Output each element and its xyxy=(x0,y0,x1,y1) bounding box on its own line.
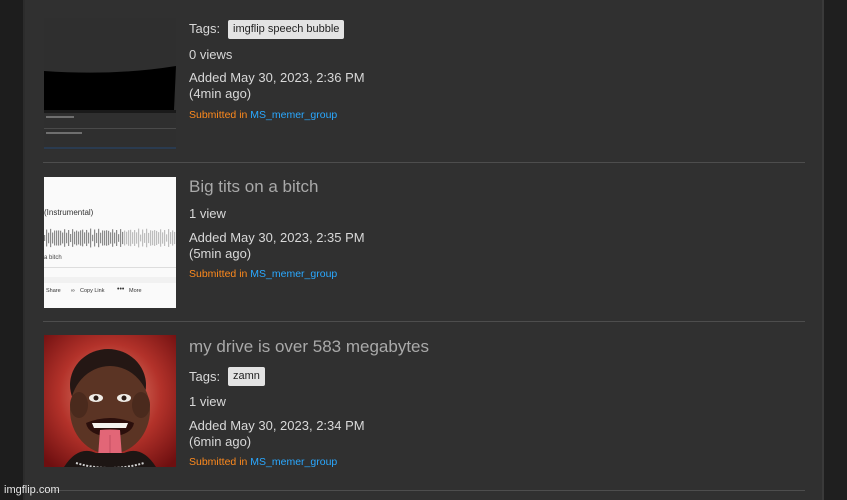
meme-thumbnail-1-image xyxy=(44,66,176,149)
item-2-submitted-prefix: Submitted in xyxy=(189,268,248,280)
meme-thumbnail-1[interactable] xyxy=(44,18,176,150)
item-1-tags-label: Tags: xyxy=(189,21,221,36)
item-1-added-date: Added May 30, 2023, 2:36 PM xyxy=(189,70,365,85)
thumb-2-copy-link-text: Copy Link xyxy=(80,288,105,294)
link-icon: ∞ xyxy=(71,288,75,294)
item-3-submitted-prefix: Submitted in xyxy=(189,456,248,468)
item-1-submitted: Submitted in MS_memer_group xyxy=(189,109,337,121)
meme-thumbnail-3[interactable] xyxy=(44,335,176,467)
item-2-added-date: Added May 30, 2023, 2:35 PM xyxy=(189,230,365,245)
thumb-2-separator xyxy=(44,267,176,268)
meme-thumbnail-2[interactable]: (Instrumental) a bitch Share ∞ Copy Link… xyxy=(44,177,176,308)
item-3-views: 1 view xyxy=(189,394,226,409)
item-3-tag[interactable]: zamn xyxy=(228,367,265,386)
item-2-group-link[interactable]: MS_memer_group xyxy=(250,268,337,280)
item-2-views: 1 view xyxy=(189,206,226,221)
item-1-submitted-prefix: Submitted in xyxy=(189,109,248,121)
item-3-added-date: Added May 30, 2023, 2:34 PM xyxy=(189,418,365,433)
waveform-icon xyxy=(44,228,176,248)
imgflip-watermark: imgflip.com xyxy=(4,484,60,496)
right-margin xyxy=(824,0,847,500)
more-dots-icon: ••• xyxy=(117,286,125,293)
divider xyxy=(43,162,805,163)
item-2-title[interactable]: Big tits on a bitch xyxy=(189,177,318,197)
thumb-2-instrumental-text: (Instrumental) xyxy=(44,208,94,217)
left-margin xyxy=(0,0,23,500)
item-3-time-ago: (6min ago) xyxy=(189,434,252,449)
item-1-views: 0 views xyxy=(189,47,233,62)
meme-thumbnail-3-image xyxy=(44,335,176,467)
item-3-tags-label: Tags: xyxy=(189,369,221,384)
thumb-2-bar xyxy=(44,277,176,283)
thumb-2-share-text: Share xyxy=(46,288,61,294)
item-1-time-ago: (4min ago) xyxy=(189,86,252,101)
item-2-time-ago: (5min ago) xyxy=(189,246,252,261)
item-3-submitted: Submitted in MS_memer_group xyxy=(189,456,337,468)
item-2-submitted: Submitted in MS_memer_group xyxy=(189,268,337,280)
divider xyxy=(43,321,805,322)
item-3-title[interactable]: my drive is over 583 megabytes xyxy=(189,337,429,357)
item-3-group-link[interactable]: MS_memer_group xyxy=(250,456,337,468)
thumb-2-caption-text: a bitch xyxy=(44,255,62,261)
item-1-tag[interactable]: imgflip speech bubble xyxy=(228,20,345,39)
thumb-2-more-text: More xyxy=(129,288,142,294)
item-1-group-link[interactable]: MS_memer_group xyxy=(250,109,337,121)
divider xyxy=(43,490,805,491)
